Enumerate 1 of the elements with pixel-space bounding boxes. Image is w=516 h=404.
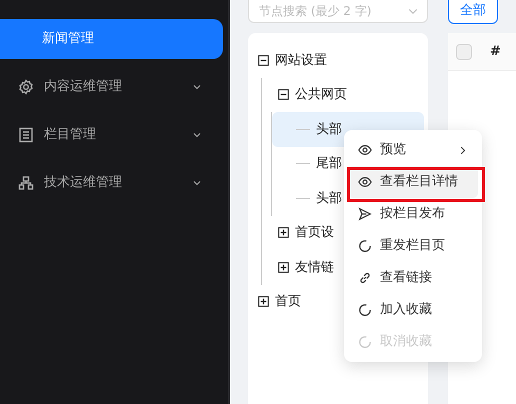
column-header: # — [490, 42, 501, 61]
